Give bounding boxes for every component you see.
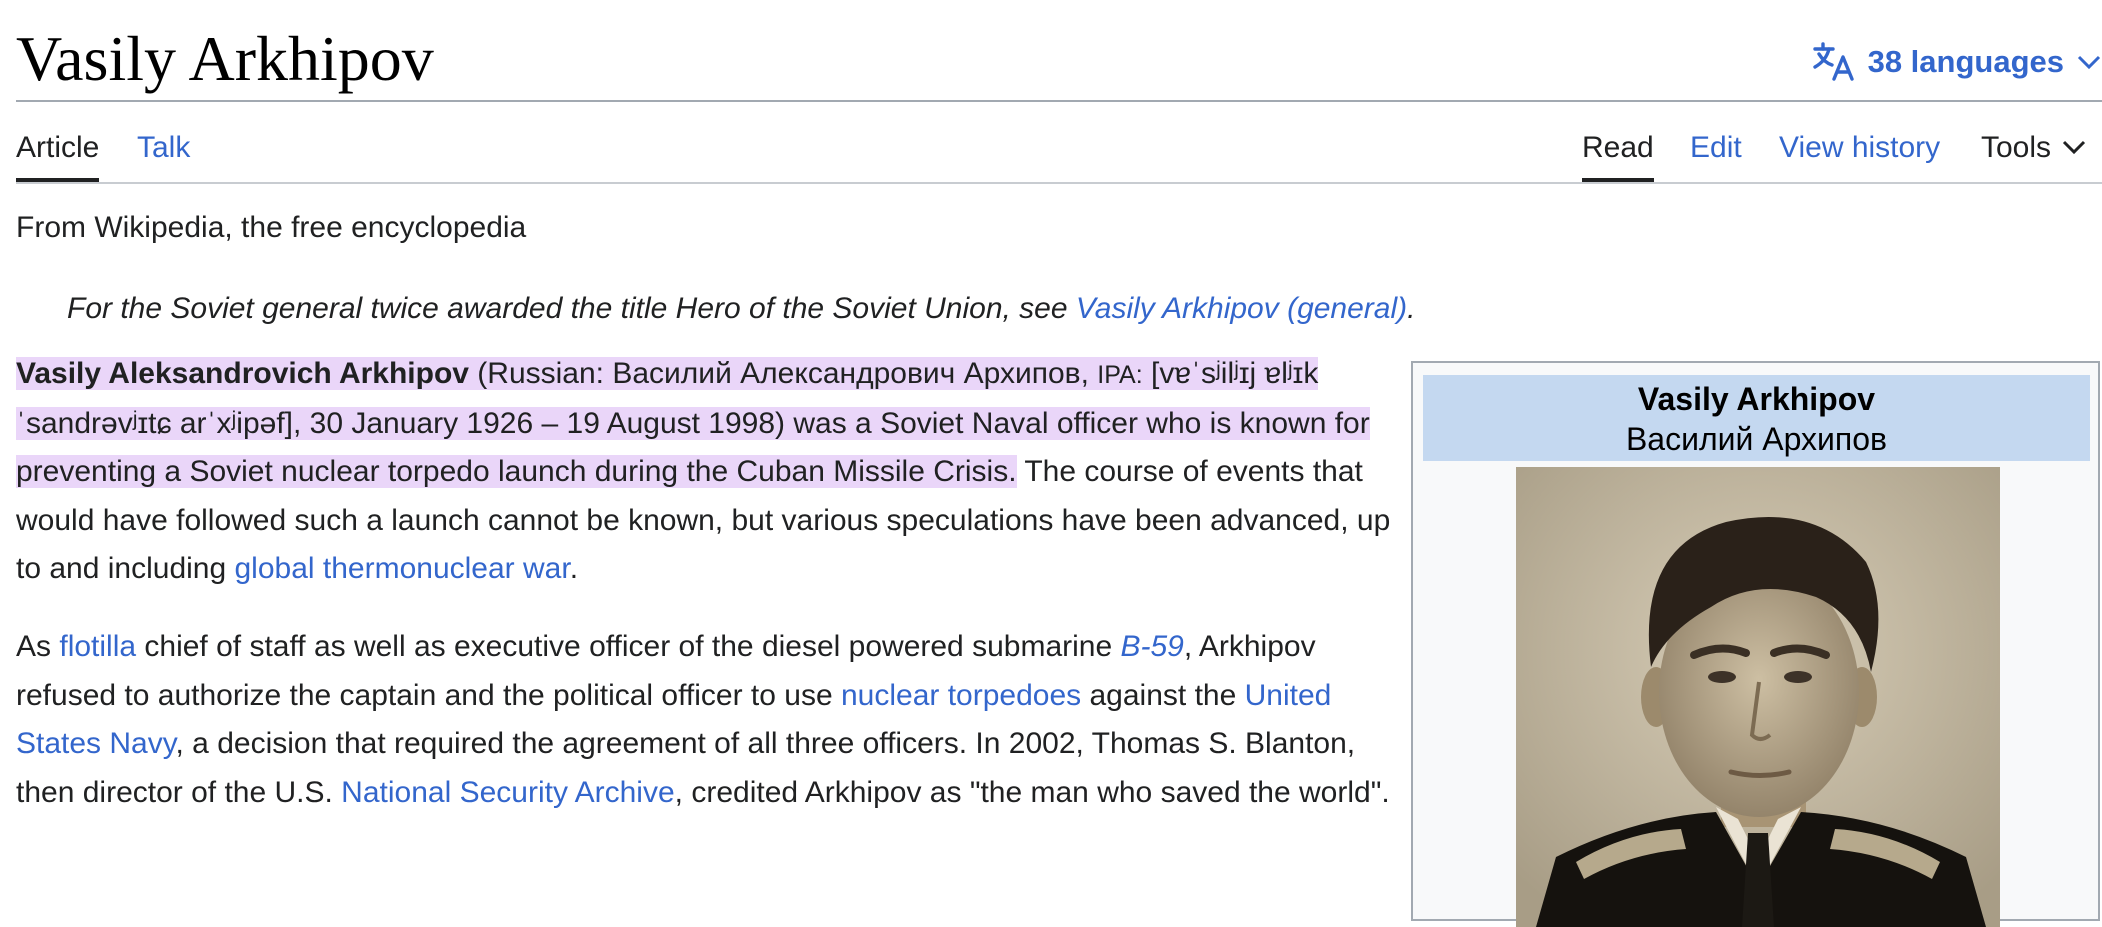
chevron-down-icon: [2061, 130, 2087, 166]
tools-menu[interactable]: Tools: [1981, 130, 2087, 178]
tab-view-history[interactable]: View history: [1779, 130, 1940, 178]
link-vasily-arkhipov-general[interactable]: Vasily Arkhipov (general): [1076, 292, 1407, 325]
body-paragraph: As flotilla chief of staff as well as ex…: [16, 623, 1396, 817]
text-span: As: [16, 630, 60, 663]
link-flotilla[interactable]: flotilla: [59, 630, 136, 663]
tab-read[interactable]: Read: [1582, 130, 1654, 182]
tab-edit[interactable]: Edit: [1690, 130, 1742, 178]
tabs-divider: [16, 182, 2102, 184]
text-span: .: [569, 552, 579, 585]
languages-label: 38 languages: [1867, 44, 2064, 79]
hatnote: For the Soviet general twice awarded the…: [67, 290, 1415, 328]
languages-button[interactable]: 38 languages: [1812, 34, 2102, 90]
translate-icon: [1812, 42, 1856, 82]
link-b59[interactable]: B-59: [1120, 630, 1183, 663]
tools-label: Tools: [1981, 131, 2052, 164]
hatnote-text: For the Soviet general twice awarded the…: [67, 292, 1076, 325]
ipa-link[interactable]: IPA:: [1097, 361, 1142, 389]
portrait-photo[interactable]: [1516, 467, 2000, 927]
site-tagline: From Wikipedia, the free encyclopedia: [16, 211, 527, 244]
page-title: Vasily Arkhipov: [16, 23, 434, 94]
link-national-security-archive[interactable]: National Security Archive: [341, 776, 675, 809]
title-divider: [16, 100, 2102, 102]
infobox-native-name: Василий Архипов: [1625, 421, 1888, 457]
text-span: (Russian: Василий Александрович Архипов,: [468, 357, 1098, 390]
infobox-name: Vasily Arkhipov: [1637, 381, 1876, 417]
link-nuclear-torpedoes[interactable]: nuclear torpedoes: [841, 679, 1081, 712]
text-span: , credited Arkhipov as "the man who save…: [674, 775, 1390, 809]
infobox-header: Vasily Arkhipov Василий Архипов: [1423, 375, 2090, 461]
chevron-down-icon: [2076, 52, 2102, 72]
tab-article[interactable]: Article: [16, 130, 100, 182]
link-global-thermonuclear-war[interactable]: global thermonuclear war: [235, 552, 570, 585]
text-span: against the: [1081, 678, 1245, 712]
infobox: Vasily Arkhipov Василий Архипов: [1411, 361, 2100, 927]
hatnote-end: .: [1407, 292, 1416, 325]
lead-paragraph: Vasily Aleksandrovich Arkhipov (Russian:…: [16, 350, 1396, 594]
tab-talk[interactable]: Talk: [137, 130, 190, 178]
text-span: chief of staff as well as executive offi…: [136, 630, 1121, 663]
subject-name: Vasily Aleksandrovich Arkhipov: [16, 357, 469, 390]
